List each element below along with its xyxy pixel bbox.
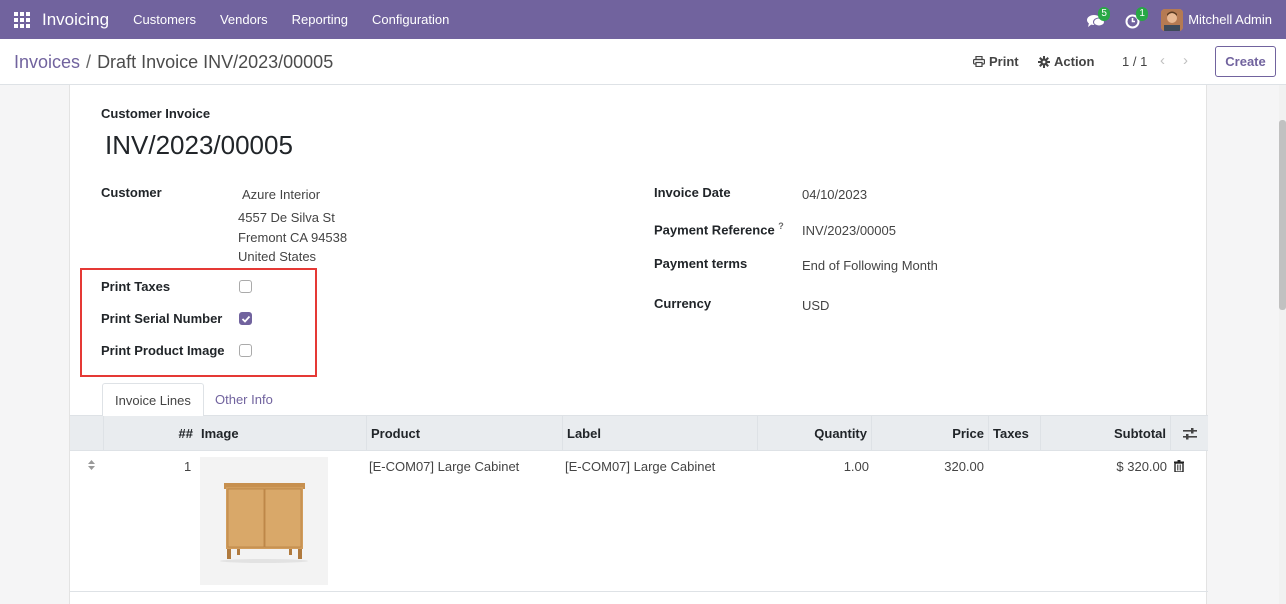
breadcrumb-current: Draft Invoice INV/2023/00005 <box>97 52 334 72</box>
payment-terms-label: Payment terms <box>654 256 748 271</box>
tab-other-info[interactable]: Other Info <box>203 383 285 416</box>
app-name[interactable]: Invoicing <box>42 10 109 30</box>
column-subtotal[interactable]: Subtotal <box>1040 416 1170 451</box>
notebook-tabs: Invoice Lines Other Info <box>70 383 1208 417</box>
breadcrumb-separator: / <box>86 52 92 72</box>
print-taxes-checkbox[interactable] <box>239 280 252 293</box>
avatar[interactable] <box>1161 8 1184 31</box>
pager-next-icon[interactable]: › <box>1183 52 1188 69</box>
column-label[interactable]: Label <box>562 416 757 451</box>
gear-icon <box>1038 55 1050 68</box>
activities-count-badge: 1 <box>1136 6 1149 21</box>
scrollbar-thumb[interactable] <box>1279 120 1286 310</box>
line-quantity[interactable]: 1.00 <box>757 459 869 474</box>
tab-invoice-lines[interactable]: Invoice Lines <box>102 383 204 417</box>
activities-button[interactable]: 1 <box>1123 6 1149 31</box>
menu-customers[interactable]: Customers <box>133 12 196 27</box>
print-serial-number-checkbox[interactable] <box>239 312 252 325</box>
line-product[interactable]: [E-COM07] Large Cabinet <box>369 459 519 474</box>
action-button[interactable]: Action <box>1038 54 1094 69</box>
top-navbar: Invoicing Customers Vendors Reporting Co… <box>0 0 1286 39</box>
line-subtotal: $ 320.00 <box>1116 459 1167 474</box>
pager-previous-icon[interactable]: ‹ <box>1160 52 1165 69</box>
printer-icon <box>973 56 985 67</box>
print-button[interactable]: Print <box>973 54 1019 69</box>
print-product-image-checkbox[interactable] <box>239 344 252 357</box>
drag-handle-icon[interactable] <box>87 459 96 474</box>
invoice-date-label: Invoice Date <box>654 185 731 200</box>
invoice-lines-header: ## Image Product Label Quantity Price Ta… <box>70 416 1208 451</box>
action-label: Action <box>1054 54 1095 69</box>
currency-label: Currency <box>654 296 712 311</box>
sliders-icon <box>1182 427 1197 439</box>
line-sequence[interactable]: 1 <box>184 459 191 474</box>
payment-reference-value[interactable]: INV/2023/00005 <box>802 223 896 238</box>
product-image[interactable] <box>200 457 328 585</box>
payment-terms-value[interactable]: End of Following Month <box>802 258 938 273</box>
menu-vendors[interactable]: Vendors <box>220 12 268 27</box>
optional-columns-toggle[interactable] <box>1170 416 1208 451</box>
customer-name-link[interactable]: Azure Interior <box>242 187 320 202</box>
apps-grid-icon[interactable] <box>14 11 30 28</box>
page-scrollbar[interactable] <box>1279 85 1286 604</box>
menu-reporting[interactable]: Reporting <box>292 12 348 27</box>
customer-address-line2: Fremont CA 94538 <box>238 230 348 245</box>
print-taxes-label: Print Taxes <box>101 279 171 294</box>
control-panel: Invoices / Draft Invoice INV/2023/00005 Pr… <box>0 39 1286 85</box>
invoice-number: INV/2023/00005 <box>105 130 293 160</box>
checkmark-icon <box>241 315 251 323</box>
line-price[interactable]: 320.00 <box>871 459 984 474</box>
messages-button[interactable]: 5 <box>1085 6 1111 31</box>
payment-reference-label: Payment Reference ? <box>654 221 784 237</box>
invoice-form-sheet: Customer Invoice INV/2023/00005 Customer… <box>69 85 1208 604</box>
print-label: Print <box>989 54 1019 69</box>
invoice-type-label: Customer Invoice <box>101 106 211 121</box>
customer-address-line1: 4557 De Silva St <box>238 210 335 225</box>
column-image[interactable]: Image <box>197 416 366 451</box>
breadcrumb-invoices-link[interactable]: Invoices <box>14 52 80 72</box>
payment-reference-label-text: Payment Reference <box>654 222 775 238</box>
column-price[interactable]: Price <box>871 416 988 451</box>
messages-count-badge: 5 <box>1098 6 1111 21</box>
print-product-image-label: Print Product Image <box>101 343 225 358</box>
invoice-date-value[interactable]: 04/10/2023 <box>802 187 867 202</box>
customer-address-line3: United States <box>238 249 317 264</box>
row-divider <box>70 591 1208 592</box>
help-tooltip-icon[interactable]: ? <box>778 221 784 231</box>
create-button[interactable]: Create <box>1215 46 1276 77</box>
print-serial-number-label: Print Serial Number <box>101 311 223 326</box>
menu-configuration[interactable]: Configuration <box>372 12 449 27</box>
column-product[interactable]: Product <box>366 416 562 451</box>
column-sequence[interactable]: ## <box>103 416 197 451</box>
line-label[interactable]: [E-COM07] Large Cabinet <box>565 459 715 474</box>
column-taxes[interactable]: Taxes <box>988 416 1040 451</box>
trash-icon[interactable] <box>1174 460 1184 475</box>
user-name[interactable]: Mitchell Admin <box>1188 12 1272 27</box>
pager-value[interactable]: 1 / 1 <box>1122 54 1147 69</box>
breadcrumb: Invoices / Draft Invoice INV/2023/00005 <box>14 52 333 73</box>
currency-value[interactable]: USD <box>802 298 829 313</box>
customer-label: Customer <box>101 185 162 200</box>
column-quantity[interactable]: Quantity <box>757 416 871 451</box>
